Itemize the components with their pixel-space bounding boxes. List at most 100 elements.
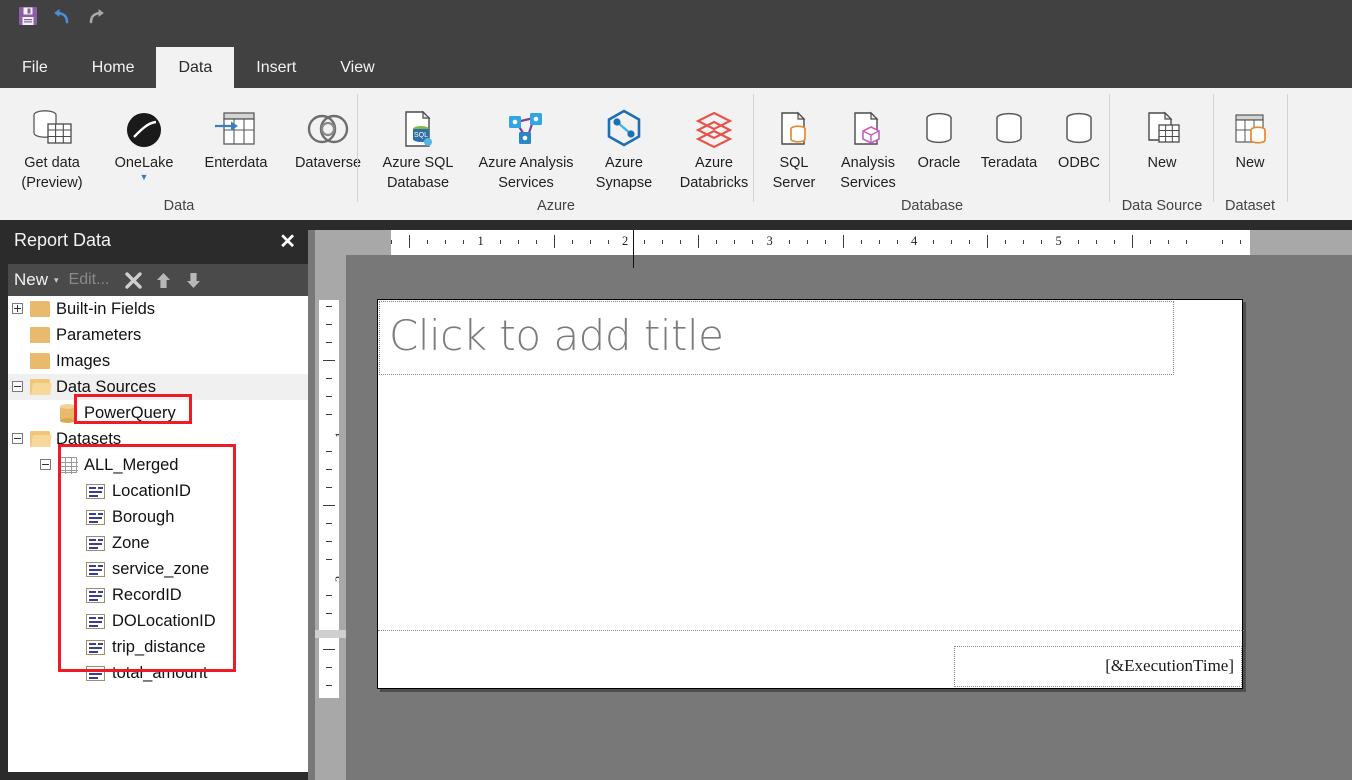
ruler-tick: [1095, 240, 1097, 244]
tree-node[interactable]: Built-in Fields: [8, 296, 308, 322]
azure-databricks-button[interactable]: Azure Databricks: [668, 88, 760, 194]
report-title-textbox[interactable]: Click to add title: [379, 301, 1174, 375]
design-top-strip: [308, 220, 1352, 230]
ribbon-group-dataset-title: Dataset: [1225, 198, 1275, 214]
tree-node[interactable]: Zone: [8, 530, 308, 556]
ruler-label: 1: [477, 234, 484, 248]
report-data-pane: Report Data ✕ New ▾ Edit... Built-in Fie…: [0, 220, 308, 780]
teradata-label: Teradata: [980, 155, 1038, 171]
folder-icon: [30, 353, 50, 369]
horizontal-ruler[interactable]: 1 2 3 4 5: [391, 230, 1250, 255]
ribbon-group-azure-title: Azure: [537, 198, 575, 214]
report-data-toolbar: New ▾ Edit...: [8, 264, 308, 296]
ruler-tick: [1131, 235, 1133, 248]
edit-button[interactable]: Edit...: [69, 271, 118, 289]
collapse-icon[interactable]: [12, 433, 23, 444]
tree-node[interactable]: Images: [8, 348, 308, 374]
undo-icon[interactable]: [48, 3, 76, 29]
ruler-tick: [788, 240, 790, 244]
ruler-tick: [842, 235, 844, 248]
ruler-tick: [553, 235, 555, 248]
ruler-tick: [1167, 240, 1169, 244]
vertical-guideline: [633, 230, 634, 268]
vertical-ruler-gap: [315, 630, 346, 638]
azure-databricks-label-line1: Azure: [695, 155, 733, 171]
ruler-tick: [680, 240, 682, 244]
chevron-down-icon[interactable]: ▾: [54, 275, 67, 286]
ruler-tick: [326, 522, 332, 524]
ruler-tick: [326, 468, 332, 470]
tree-node[interactable]: trip_distance: [8, 634, 308, 660]
tree-node[interactable]: total_amount: [8, 660, 308, 686]
tree-node[interactable]: ALL_Merged: [8, 452, 308, 478]
tree-node-label: PowerQuery: [84, 404, 176, 422]
ribbon-group-data-source-title: Data Source: [1121, 198, 1203, 214]
get-data-button[interactable]: Get data (Preview): [6, 88, 98, 194]
teradata-icon: [989, 98, 1029, 152]
report-data-tree[interactable]: Built-in Fields Parameters Images Data Sour…: [8, 296, 308, 772]
odbc-button[interactable]: ODBC: [1046, 88, 1112, 194]
new-data-source-button[interactable]: New: [1116, 88, 1208, 194]
redo-icon[interactable]: [82, 3, 110, 29]
tab-home[interactable]: Home: [70, 47, 157, 88]
azure-analysis-services-button[interactable]: Azure Analysis Services: [472, 88, 580, 194]
tree-node-label: total_amount: [112, 664, 208, 682]
azure-sql-database-label-line1: Azure SQL: [382, 155, 454, 171]
quick-access-toolbar: [14, 3, 110, 29]
tree-node-label: trip_distance: [112, 638, 206, 656]
new-dataset-button[interactable]: New: [1204, 88, 1296, 194]
collapse-icon[interactable]: [40, 459, 51, 470]
title-bar: [0, 0, 1352, 47]
close-icon[interactable]: ✕: [279, 229, 296, 254]
analysis-services-button[interactable]: Analysis Services: [830, 88, 906, 194]
tree-node[interactable]: DOLocationID: [8, 608, 308, 634]
tree-node[interactable]: service_zone: [8, 556, 308, 582]
tab-file[interactable]: File: [0, 47, 70, 88]
ruler-tick: [326, 378, 332, 380]
expand-icon[interactable]: [12, 303, 23, 314]
tab-data[interactable]: Data: [156, 47, 235, 88]
tree-node[interactable]: Borough: [8, 504, 308, 530]
azure-synapse-button[interactable]: Azure Synapse: [580, 88, 668, 194]
field-icon: [86, 510, 105, 525]
delete-icon[interactable]: [119, 266, 147, 294]
tree-node-label: Zone: [112, 534, 150, 552]
tab-insert[interactable]: Insert: [234, 47, 318, 88]
ruler-tick: [1041, 240, 1043, 244]
tree-node[interactable]: LocationID: [8, 478, 308, 504]
report-page[interactable]: Click to add title [&ExecutionTime]: [377, 299, 1244, 689]
ribbon-group-data: Get data (Preview) OneLake ▼ Enterdata D…: [0, 88, 361, 220]
ruler-tick: [662, 240, 664, 244]
new-button[interactable]: New: [8, 270, 52, 290]
save-icon[interactable]: [14, 3, 42, 29]
tree-node[interactable]: Parameters: [8, 322, 308, 348]
tree-node[interactable]: Datasets: [8, 426, 308, 452]
ruler-tick: [463, 240, 465, 244]
azure-databricks-label-line2: Databricks: [679, 175, 749, 191]
vertical-ruler[interactable]: 12: [319, 300, 339, 698]
collapse-icon[interactable]: [12, 381, 23, 392]
azure-sql-database-icon: SQL: [395, 98, 441, 152]
tree-node[interactable]: Data Sources: [8, 374, 308, 400]
move-up-icon[interactable]: [149, 266, 177, 294]
azure-sql-database-button[interactable]: SQL Azure SQL Database: [364, 88, 472, 194]
sql-server-button[interactable]: SQL Server: [758, 88, 830, 194]
ruler-tick: [987, 235, 989, 248]
tree-node-label: service_zone: [112, 560, 210, 578]
ribbon-group-database-title: Database: [900, 198, 964, 214]
page-body-footer-divider: [378, 630, 1244, 631]
chevron-down-icon[interactable]: ▼: [140, 173, 149, 182]
ruler-tick: [326, 450, 332, 452]
ruler-tick: [326, 595, 332, 597]
page-footer-textbox[interactable]: [&ExecutionTime]: [954, 646, 1242, 687]
report-data-pane-header: Report Data ✕: [0, 220, 308, 264]
azure-analysis-services-label-line2: Services: [498, 175, 554, 191]
tab-view[interactable]: View: [318, 47, 396, 88]
tree-node[interactable]: PowerQuery: [8, 400, 308, 426]
enter-data-button[interactable]: Enterdata: [190, 88, 282, 194]
onelake-button[interactable]: OneLake ▼: [98, 88, 190, 194]
move-down-icon[interactable]: [179, 266, 207, 294]
teradata-button[interactable]: Teradata: [972, 88, 1046, 194]
tree-node[interactable]: RecordID: [8, 582, 308, 608]
oracle-button[interactable]: Oracle: [906, 88, 972, 194]
